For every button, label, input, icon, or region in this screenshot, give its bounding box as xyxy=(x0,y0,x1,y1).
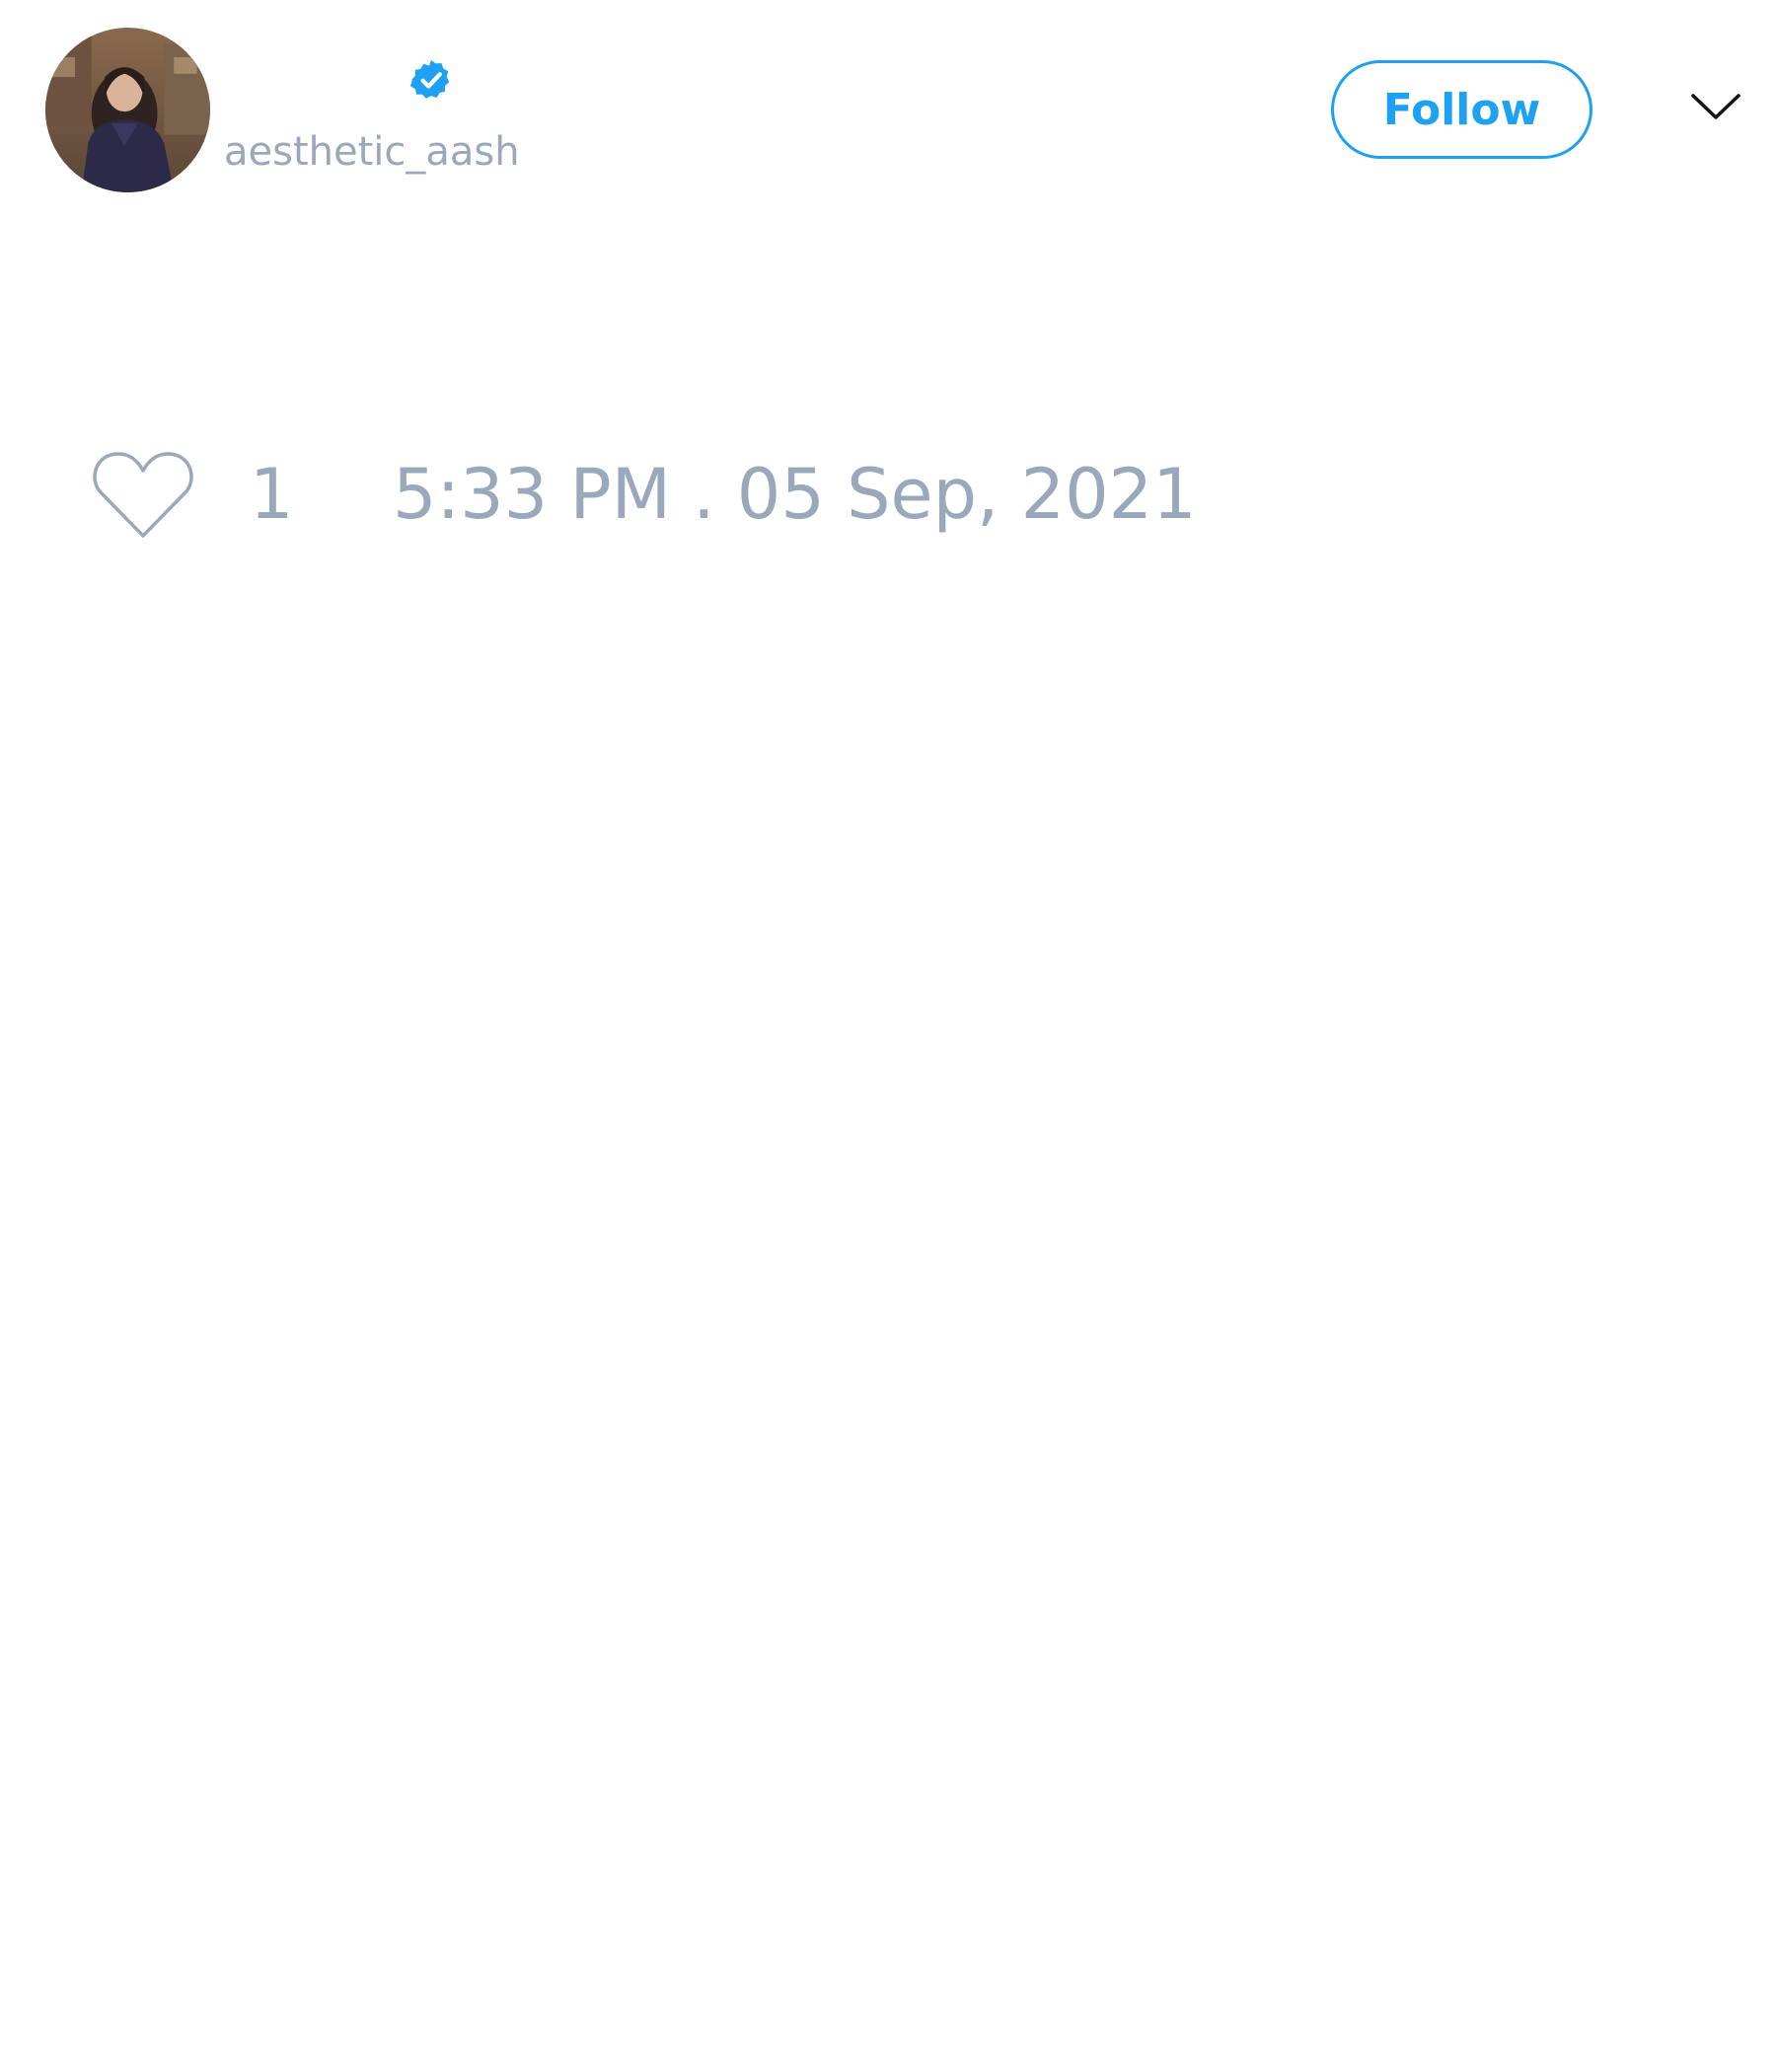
verified-badge-icon xyxy=(408,57,454,103)
avatar[interactable] xyxy=(45,28,210,192)
avatar-photo xyxy=(45,28,210,192)
tweet-timestamp[interactable]: 5:33 PM . 05 Sep, 2021 xyxy=(393,452,1197,537)
like-count: 1 xyxy=(250,454,294,535)
follow-button[interactable]: Follow xyxy=(1331,60,1592,159)
author-handle[interactable]: aesthetic_aash xyxy=(224,124,520,180)
heart-outline-icon[interactable] xyxy=(91,449,195,542)
chevron-down-icon[interactable] xyxy=(1690,89,1741,126)
